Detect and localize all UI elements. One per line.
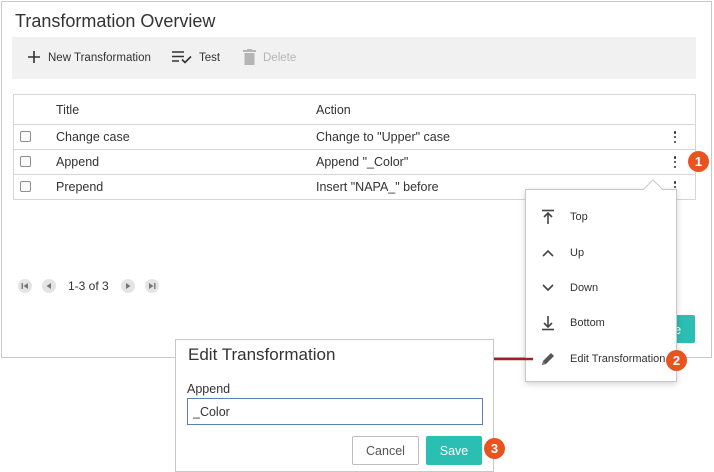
arrow-to-top-icon	[526, 209, 570, 225]
row-context-menu: Top Up Down Bottom Edit Transformation	[525, 189, 677, 382]
menu-item-top[interactable]: Top	[526, 200, 676, 234]
new-transformation-button[interactable]: New Transformation	[27, 37, 151, 79]
pager: 1-3 of 3	[18, 278, 169, 294]
menu-item-up[interactable]: Up	[526, 236, 676, 270]
cancel-button[interactable]: Cancel	[352, 436, 419, 465]
menu-item-down[interactable]: Down	[526, 271, 676, 305]
panel-title: Transformation Overview	[15, 11, 216, 31]
test-button[interactable]: Test	[171, 37, 220, 79]
row-action: Change to "Upper" case	[316, 130, 450, 144]
row-action: Insert "NAPA_" before	[316, 180, 439, 194]
plus-icon	[27, 50, 41, 67]
toolbar: New Transformation Test Delete	[12, 37, 696, 79]
first-page-icon[interactable]	[18, 279, 32, 293]
table-row[interactable]: Change case Change to "Upper" case	[14, 125, 695, 150]
row-checkbox[interactable]	[20, 131, 31, 142]
pager-info: 1-3 of 3	[68, 279, 109, 293]
arrow-to-bottom-icon	[526, 315, 570, 331]
delete-button[interactable]: Delete	[243, 37, 296, 79]
list-check-icon	[171, 50, 192, 67]
append-field-label: Append	[187, 382, 231, 396]
transformations-table: Title Action Change case Change to "Uppe…	[13, 94, 696, 200]
row-title: Prepend	[56, 180, 104, 194]
chevron-down-icon	[526, 284, 570, 292]
callout-badge-3: 3	[484, 438, 505, 459]
menu-item-bottom-label: Bottom	[570, 317, 605, 329]
delete-label: Delete	[263, 52, 297, 64]
row-checkbox[interactable]	[20, 156, 31, 167]
previous-page-icon[interactable]	[42, 279, 56, 293]
row-menu-icon[interactable]	[672, 156, 678, 168]
save-button[interactable]: Save	[426, 436, 482, 465]
row-menu-icon[interactable]	[672, 131, 678, 143]
menu-item-up-label: Up	[570, 247, 585, 259]
next-page-icon[interactable]	[120, 279, 135, 293]
menu-item-edit-transformation[interactable]: Edit Transformation	[526, 342, 676, 376]
column-header-action[interactable]: Action	[316, 103, 351, 117]
dialog-title: Edit Transformation	[188, 345, 336, 364]
callout-badge-2: 2	[666, 350, 687, 371]
test-label: Test	[199, 52, 221, 64]
callout-badge-1: 1	[688, 151, 709, 172]
row-title: Append	[56, 155, 100, 169]
trash-icon	[243, 48, 256, 68]
row-action: Append "_Color"	[316, 155, 409, 169]
table-header: Title Action	[14, 95, 695, 125]
last-page-icon[interactable]	[144, 279, 159, 293]
new-transformation-label: New Transformation	[48, 52, 151, 64]
edit-transformation-dialog: Edit Transformation Append Cancel Save	[175, 339, 494, 472]
chevron-up-icon	[526, 249, 570, 257]
column-header-title[interactable]: Title	[56, 103, 79, 117]
menu-item-edit-transformation-label: Edit Transformation	[570, 353, 666, 365]
menu-item-top-label: Top	[570, 211, 588, 223]
menu-item-bottom[interactable]: Bottom	[526, 306, 676, 340]
append-input[interactable]	[187, 398, 483, 425]
table-row[interactable]: Append Append "_Color"	[14, 150, 695, 175]
menu-item-down-label: Down	[570, 282, 599, 294]
row-checkbox[interactable]	[20, 181, 31, 192]
row-title: Change case	[56, 130, 130, 144]
